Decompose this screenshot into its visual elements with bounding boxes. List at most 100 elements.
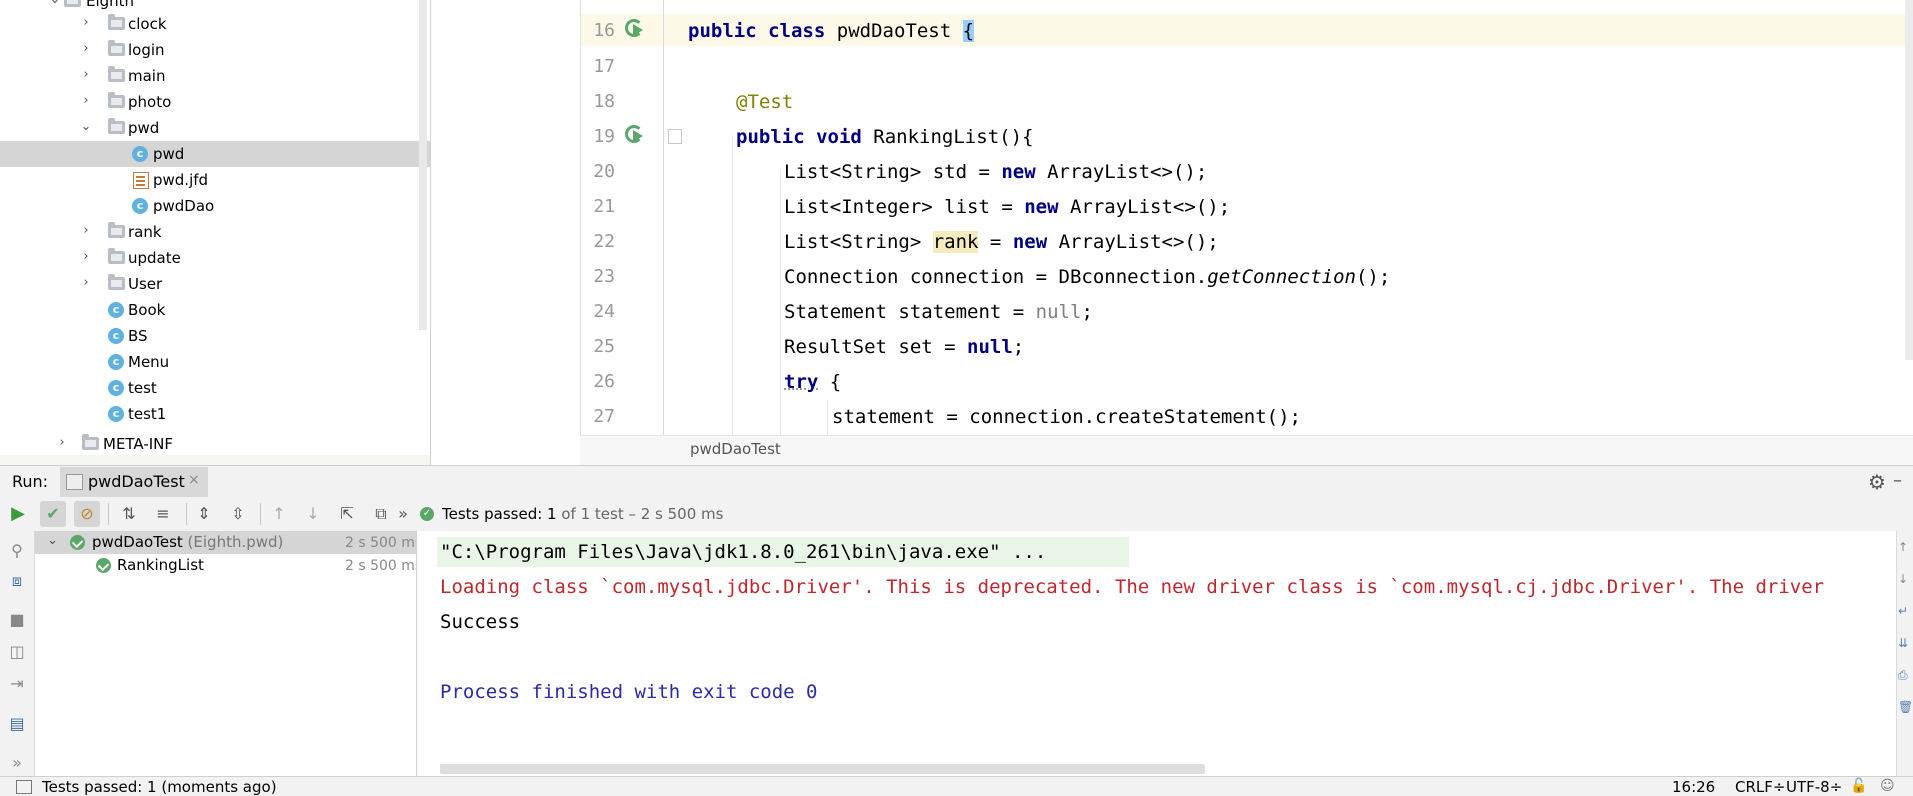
tree-scrollbar[interactable] xyxy=(419,0,427,330)
fold-marker-icon[interactable] xyxy=(668,129,682,144)
console-output[interactable] xyxy=(417,531,1896,776)
tree-item-user[interactable]: › User xyxy=(0,271,430,297)
stop-icon[interactable]: ■ xyxy=(6,609,28,631)
tree-item-menu[interactable]: c Menu xyxy=(0,349,430,375)
run-test-method-icon[interactable] xyxy=(623,123,649,149)
chevron-right-icon[interactable]: › xyxy=(79,68,93,82)
previous-failed-icon[interactable]: ↑ xyxy=(266,501,292,527)
expand-all-icon[interactable]: ⇕ xyxy=(191,501,217,527)
soft-wrap-icon[interactable]: ↵ xyxy=(1898,604,1912,618)
tool-window-icon[interactable] xyxy=(16,780,32,794)
tree-item-update[interactable]: › update xyxy=(0,245,430,271)
test-history-icon[interactable]: ⧉ xyxy=(368,501,394,527)
close-icon[interactable]: × xyxy=(188,472,200,488)
line-separator[interactable]: CRLF÷ xyxy=(1735,778,1785,796)
tree-item-clock[interactable]: › clock xyxy=(0,11,430,37)
clear-all-icon[interactable]: 🗑 xyxy=(1898,700,1913,714)
lock-icon[interactable]: 🔓 xyxy=(1850,778,1867,794)
sort-alpha-icon[interactable]: ⇅ xyxy=(116,501,142,527)
show-passed-icon[interactable]: ✔ xyxy=(40,501,66,527)
tree-item-label: pwd xyxy=(128,119,160,137)
tree-item-pwd-class[interactable]: c pwd xyxy=(0,141,430,167)
chevron-down-icon[interactable]: ⌄ xyxy=(79,120,93,134)
chevron-right-icon[interactable]: › xyxy=(55,436,69,450)
file-encoding[interactable]: UTF-8÷ xyxy=(1786,778,1842,796)
chevron-right-icon[interactable]: › xyxy=(79,42,93,56)
pin-tab-icon[interactable]: ⚲ xyxy=(6,540,28,562)
tree-item-rank[interactable]: › rank xyxy=(0,219,430,245)
gear-icon[interactable]: ⚙ xyxy=(1868,470,1886,494)
print-icon[interactable]: ⎙ xyxy=(1898,668,1912,682)
code-line-21[interactable]: List<Integer> list = new ArrayList<>(); xyxy=(784,196,1230,218)
breadcrumb[interactable]: pwdDaoTest xyxy=(690,440,781,458)
tree-item-meta-inf[interactable]: › META-INF xyxy=(0,431,430,457)
run-test-class-icon[interactable] xyxy=(623,17,649,43)
more-actions-icon[interactable]: » xyxy=(396,501,410,527)
code-text: ArrayList<>(); xyxy=(1035,161,1208,183)
folder-icon xyxy=(108,40,125,56)
tree-item-label: Book xyxy=(128,301,166,319)
keyword: void xyxy=(816,126,862,148)
code-line-16[interactable]: public class pwdDaoTest { xyxy=(688,20,975,42)
code-line-26[interactable]: try { xyxy=(784,371,841,393)
chevron-right-icon[interactable]: › xyxy=(79,224,93,238)
code-line-20[interactable]: List<String> std = new ArrayList<>(); xyxy=(784,161,1207,183)
caret-position[interactable]: 16:26 xyxy=(1672,778,1715,796)
line-number: 22 xyxy=(593,231,615,252)
code-line-25[interactable]: ResultSet set = null; xyxy=(784,336,1024,358)
exit-icon[interactable]: ⇥ xyxy=(6,673,28,695)
scroll-to-end-icon[interactable]: ⇊ xyxy=(1898,636,1912,650)
keyword: new xyxy=(1012,231,1048,253)
keyword: new xyxy=(1001,161,1036,183)
status-message[interactable]: Tests passed: 1 (moments ago) xyxy=(42,778,277,796)
code-line-22[interactable]: List<String> rank = new ArrayList<>(); xyxy=(784,231,1219,253)
chevron-right-icon[interactable]: › xyxy=(79,276,93,290)
show-ignored-icon[interactable]: ⊘ xyxy=(74,501,100,527)
console-horizontal-scrollbar[interactable] xyxy=(440,764,1205,774)
chevron-right-icon[interactable]: › xyxy=(79,16,93,30)
chevron-down-icon[interactable]: ⌄ xyxy=(48,0,62,7)
editor-scrollbar[interactable] xyxy=(1905,0,1913,360)
code-text: ArrayList<>(); xyxy=(1047,231,1219,253)
tree-item-pwd-jfd[interactable]: pwd.jfd xyxy=(0,167,430,193)
scroll-up-icon[interactable]: ↑ xyxy=(1898,540,1912,554)
code-text: = xyxy=(978,231,1013,253)
sort-duration-icon[interactable]: ≡ xyxy=(150,501,176,527)
layout-icon[interactable]: ▤ xyxy=(6,713,28,735)
tree-item-pwddao[interactable]: c pwdDao xyxy=(0,193,430,219)
tree-item-bs[interactable]: c BS xyxy=(0,323,430,349)
code-line-19[interactable]: public void RankingList(){ xyxy=(736,126,1033,148)
tree-item-main[interactable]: › main xyxy=(0,63,430,89)
tree-item-pwd-folder[interactable]: ⌄ pwd xyxy=(0,115,430,141)
tree-item-login[interactable]: › login xyxy=(0,37,430,63)
code-line-24[interactable]: Statement statement = null; xyxy=(784,301,1093,323)
inspector-icon[interactable]: ☺ xyxy=(1880,778,1895,794)
code-line-23[interactable]: Connection connection = DBconnection.get… xyxy=(784,266,1390,288)
code-text: (); xyxy=(1355,266,1391,288)
code-line-18[interactable]: @Test xyxy=(736,91,793,113)
highlighted-variable: rank xyxy=(932,231,979,253)
rerun-icon[interactable]: ▶ xyxy=(5,501,31,527)
static-method: getConnection xyxy=(1207,266,1356,288)
tree-item-test[interactable]: c test xyxy=(0,375,430,401)
tree-item-book[interactable]: c Book xyxy=(0,297,430,323)
next-failed-icon[interactable]: ↓ xyxy=(300,501,326,527)
tree-item-photo[interactable]: › photo xyxy=(0,89,430,115)
hide-panel-icon[interactable]: – xyxy=(1893,470,1902,491)
more-icon[interactable]: » xyxy=(6,752,28,774)
project-tree: ⌄ Eighth › clock › login › main › photo … xyxy=(0,0,430,465)
scroll-down-icon[interactable]: ↓ xyxy=(1898,572,1912,586)
chevron-right-icon[interactable]: › xyxy=(79,94,93,108)
chevron-down-icon[interactable]: ⌄ xyxy=(47,533,58,548)
java-class-icon: c xyxy=(132,198,148,214)
java-class-icon: c xyxy=(108,406,124,422)
chevron-right-icon[interactable]: › xyxy=(79,250,93,264)
tree-item-test1[interactable]: c test1 xyxy=(0,401,430,427)
screenshot-icon[interactable]: ◫ xyxy=(6,641,28,663)
form-file-icon xyxy=(133,172,149,189)
code-line-27[interactable]: statement = connection.createStatement()… xyxy=(832,406,1301,428)
diff-icon[interactable]: ⧈ xyxy=(6,570,28,592)
export-results-icon[interactable]: ⇱ xyxy=(334,501,360,527)
collapse-all-icon[interactable]: ⇳ xyxy=(225,501,251,527)
tree-item-label: clock xyxy=(128,15,167,33)
